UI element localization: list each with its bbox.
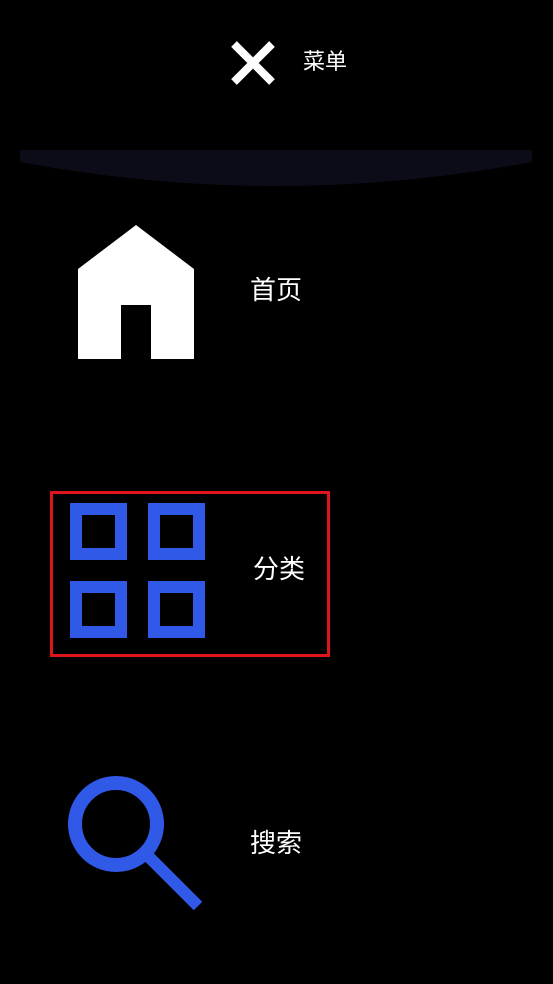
menu-item-home[interactable]: 首页 [50, 208, 330, 374]
menu-item-label: 首页 [250, 276, 303, 306]
home-icon [76, 223, 196, 367]
menu-item-label: 分类 [253, 555, 306, 585]
menu-item-label: 搜索 [250, 829, 303, 859]
menu-item-category[interactable]: 分类 [50, 491, 330, 657]
search-icon [66, 774, 206, 918]
menu-header: 菜单 [0, 0, 553, 130]
close-icon [228, 38, 278, 88]
menu-item-search[interactable]: 搜索 [50, 760, 330, 926]
close-menu-button[interactable] [228, 38, 278, 88]
grid-icon [68, 501, 208, 645]
header-divider-curve [20, 150, 532, 186]
menu-title: 菜单 [303, 50, 348, 75]
